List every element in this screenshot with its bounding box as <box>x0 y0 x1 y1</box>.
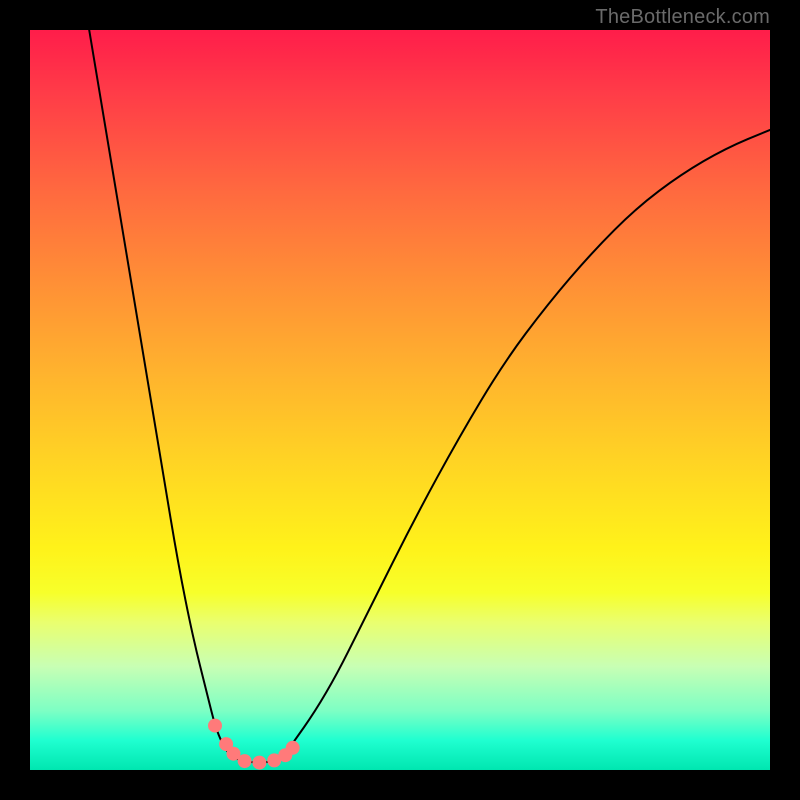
marker-dot <box>252 756 266 770</box>
watermark-text: TheBottleneck.com <box>595 6 770 29</box>
chart-svg <box>30 30 770 770</box>
marker-dot <box>208 719 222 733</box>
marker-dot <box>286 741 300 755</box>
bottleneck-curve <box>89 30 770 763</box>
marker-dot <box>238 754 252 768</box>
chart-frame: TheBottleneck.com <box>0 0 800 800</box>
chart-plot-area <box>30 30 770 770</box>
marker-dots <box>208 719 300 770</box>
